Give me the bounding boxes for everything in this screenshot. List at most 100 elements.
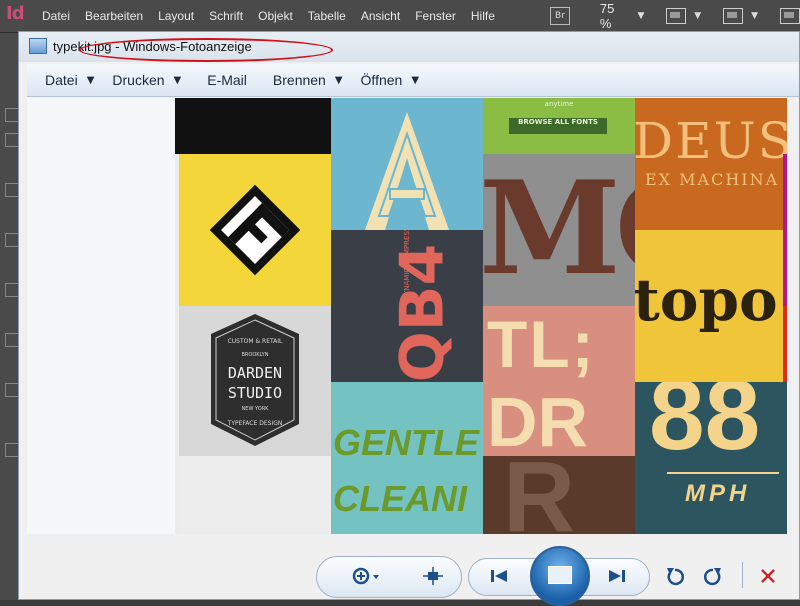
id-menu-fenster[interactable]: Fenster bbox=[415, 9, 456, 23]
chevron-down-icon[interactable]: ▼ bbox=[87, 75, 95, 86]
direct-selection-tool-icon[interactable] bbox=[5, 133, 19, 147]
view-mode-icon[interactable] bbox=[5, 443, 19, 457]
chevron-down-icon[interactable]: ▼ bbox=[411, 75, 419, 86]
deus-tile: DEUS EX MACHINA bbox=[635, 98, 787, 230]
mph-text: MPH bbox=[685, 480, 751, 507]
zoom-button[interactable] bbox=[346, 564, 386, 588]
zoom-dropdown-icon[interactable]: ▼ bbox=[637, 11, 644, 21]
r-glyph-icon: R bbox=[503, 456, 576, 534]
previous-icon bbox=[491, 570, 507, 582]
rectangle-tool-icon[interactable] bbox=[5, 283, 19, 297]
black-block bbox=[175, 98, 331, 154]
viewer-menubar: Datei ▼ Drucken ▼ E-Mail Brennen ▼ Öffnen ▼ bbox=[27, 64, 799, 97]
deus-text: DEUS bbox=[635, 112, 787, 170]
window-bottom-border bbox=[27, 534, 799, 538]
gentle-tile: GENTLE CLEANI bbox=[331, 382, 483, 534]
id-menu-schrift[interactable]: Schrift bbox=[209, 9, 243, 23]
rotate-left-button[interactable] bbox=[660, 564, 688, 588]
slideshow-button[interactable] bbox=[530, 546, 590, 606]
menu-drucken[interactable]: Drucken bbox=[112, 72, 164, 88]
blank-tile bbox=[179, 456, 331, 534]
menu-datei[interactable]: Datei bbox=[45, 72, 78, 88]
slideshow-icon bbox=[548, 566, 572, 584]
chevron-down-icon[interactable]: ▼ bbox=[335, 75, 343, 86]
fill-stroke-icon[interactable] bbox=[5, 383, 19, 397]
image-background-left bbox=[27, 98, 175, 534]
fit-icon bbox=[423, 567, 443, 585]
arrange-documents-icon[interactable] bbox=[780, 8, 800, 24]
tl-text: TL; bbox=[487, 307, 596, 381]
mph-divider bbox=[667, 472, 779, 474]
letter-a-icon bbox=[365, 112, 449, 230]
id-menu-tabelle[interactable]: Tabelle bbox=[308, 9, 346, 23]
photo-viewer-icon bbox=[29, 38, 47, 54]
next-icon bbox=[609, 570, 625, 582]
dr-text: DR bbox=[487, 383, 589, 456]
delete-icon bbox=[761, 569, 775, 583]
rotate-left-icon bbox=[667, 568, 684, 586]
displayed-photo[interactable]: CUSTOM & RETAIL BROOKLYN DARDEN STUDIO N… bbox=[175, 98, 787, 534]
number-88-text: 88 bbox=[649, 382, 761, 471]
mc-tile: MC bbox=[483, 154, 635, 306]
title-bar: typekit.jpg - Windows-Fotoanzeige bbox=[19, 32, 799, 62]
rotate-right-button[interactable] bbox=[700, 564, 728, 588]
photo-viewer-window: typekit.jpg - Windows-Fotoanzeige Datei ▼… bbox=[18, 31, 800, 600]
type-tool-icon[interactable] bbox=[5, 183, 19, 197]
bridge-button[interactable]: Br bbox=[550, 7, 570, 25]
darden-bottom-text: TYPEFACE DESIGN bbox=[227, 420, 283, 427]
zoom-level[interactable]: 75 % bbox=[600, 1, 630, 31]
qb4-tile: QB4 DYNAMIC COMPRESSION RANGE bbox=[331, 230, 483, 382]
id-menu-objekt[interactable]: Objekt bbox=[258, 9, 293, 23]
f-logo-tile bbox=[179, 154, 331, 306]
topo-text: topo bbox=[635, 266, 778, 334]
gentle-text: GENTLE bbox=[333, 422, 480, 463]
f-logo-icon bbox=[209, 184, 301, 276]
cleani-text: CLEANI bbox=[333, 478, 467, 519]
hand-tool-icon[interactable] bbox=[5, 333, 19, 347]
rotate-right-icon bbox=[704, 568, 721, 586]
previous-button[interactable] bbox=[484, 564, 514, 588]
topo-tile: topo bbox=[635, 230, 787, 382]
selection-tool-icon[interactable] bbox=[5, 108, 19, 122]
indesign-menu: Datei Bearbeiten Layout Schrift Objekt T… bbox=[42, 0, 510, 32]
menu-brennen[interactable]: Brennen bbox=[273, 72, 326, 88]
darden-brooklyn-text: BROOKLYN bbox=[241, 352, 269, 358]
qb4-text: QB4 bbox=[387, 243, 458, 382]
magenta-edge bbox=[783, 154, 787, 306]
anytime-text: anytime bbox=[544, 100, 574, 108]
id-menu-datei[interactable]: Datei bbox=[42, 9, 70, 23]
pen-tool-icon[interactable] bbox=[5, 233, 19, 247]
darden-studio-tile: CUSTOM & RETAIL BROOKLYN DARDEN STUDIO N… bbox=[179, 306, 331, 456]
qb4-subtitle: DYNAMIC COMPRESSION RANGE bbox=[403, 230, 411, 300]
menu-oeffnen[interactable]: Öffnen bbox=[361, 72, 403, 88]
r-tile: R bbox=[483, 456, 635, 534]
mph-tile: 88 MPH bbox=[635, 382, 787, 534]
ex-machina-text: EX MACHINA bbox=[645, 170, 780, 189]
delete-button[interactable] bbox=[754, 564, 782, 588]
screen-mode-icon[interactable] bbox=[723, 8, 744, 24]
viewer-controls bbox=[316, 546, 800, 606]
red-edge bbox=[783, 306, 787, 382]
annotation-ellipse bbox=[79, 38, 333, 62]
zoom-icon bbox=[352, 567, 379, 585]
screen-mode-dropdown-icon[interactable]: ▼ bbox=[751, 11, 758, 21]
view-options-icon[interactable] bbox=[666, 8, 687, 24]
chevron-down-icon[interactable]: ▼ bbox=[174, 75, 182, 86]
indesign-menubar: Id Datei Bearbeiten Layout Schrift Objek… bbox=[0, 0, 800, 33]
id-menu-bearbeiten[interactable]: Bearbeiten bbox=[85, 9, 143, 23]
fit-to-window-button[interactable] bbox=[418, 564, 448, 588]
browse-fonts-button: BROWSE ALL FONTS bbox=[509, 118, 607, 134]
darden-top-text: CUSTOM & RETAIL bbox=[227, 338, 283, 345]
indesign-logo: Id bbox=[6, 3, 25, 24]
view-dropdown-icon[interactable]: ▼ bbox=[694, 11, 701, 21]
studio-text: STUDIO bbox=[227, 384, 283, 402]
tldr-tile: TL; DR bbox=[483, 306, 635, 456]
darden-newyork-text: NEW YORK bbox=[241, 406, 269, 412]
id-menu-layout[interactable]: Layout bbox=[158, 9, 194, 23]
next-button[interactable] bbox=[602, 564, 632, 588]
menu-email[interactable]: E-Mail bbox=[207, 72, 247, 88]
id-menu-hilfe[interactable]: Hilfe bbox=[471, 9, 495, 23]
browse-fonts-tile: anytime BROWSE ALL FONTS bbox=[483, 98, 635, 154]
id-menu-ansicht[interactable]: Ansicht bbox=[361, 9, 400, 23]
indesign-controls: Br 75 % ▼ ▼ ▼ bbox=[550, 1, 800, 31]
